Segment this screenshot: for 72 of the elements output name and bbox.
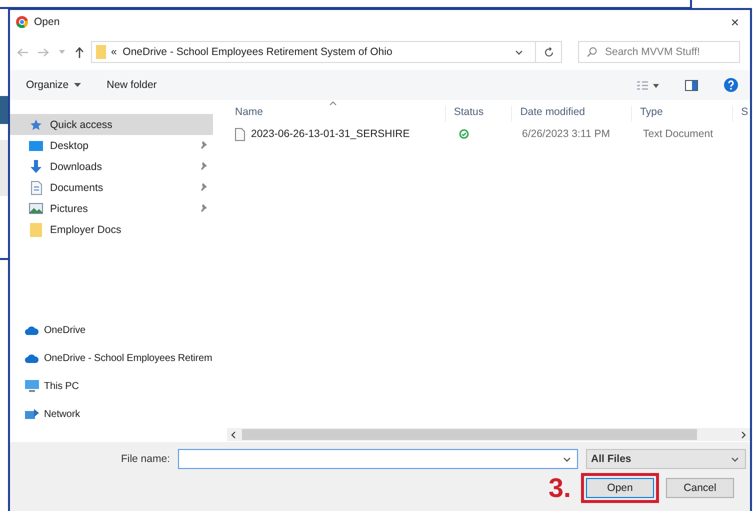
file-name-label: File name: [120, 453, 170, 465]
cloud-icon [25, 354, 39, 362]
sidebar-item[interactable]: Network [10, 400, 213, 428]
pin-icon[interactable] [199, 204, 207, 213]
sidebar-item[interactable]: Quick access [10, 114, 213, 135]
refresh-button[interactable] [536, 41, 562, 63]
picture-icon [29, 203, 43, 214]
scrollbar-thumb[interactable] [242, 429, 697, 440]
forward-button[interactable] [37, 46, 50, 58]
forward-arrow-icon [38, 48, 49, 56]
sidebar-item[interactable]: Employer Docs [10, 219, 213, 240]
caret-icon [563, 456, 571, 462]
column-header[interactable]: Status [444, 106, 512, 122]
column-header[interactable]: Type [631, 106, 732, 122]
browser-logo-icon [16, 16, 28, 28]
sidebar-item[interactable]: This PC [10, 372, 213, 400]
search-icon [587, 47, 597, 57]
column-header[interactable]: Name [227, 106, 445, 122]
sidebar-item[interactable]: Desktop [10, 135, 213, 156]
sidebar-item[interactable]: Pictures [10, 198, 213, 219]
window-title: Open [34, 16, 61, 28]
pin-icon[interactable] [199, 183, 207, 192]
recent-locations-button[interactable] [58, 49, 66, 55]
folder-icon [96, 45, 106, 59]
search-field[interactable]: Search MVVM Stuff! [578, 41, 740, 63]
file-icon [235, 128, 245, 140]
monitor-icon [25, 380, 39, 392]
back-arrow-icon [17, 48, 28, 56]
pane-icon [685, 80, 698, 90]
organize-button[interactable]: Organize [24, 77, 83, 93]
file-name-field[interactable] [178, 449, 578, 469]
check-circle-icon [459, 129, 469, 139]
sidebar-item[interactable]: OneDrive [10, 316, 213, 344]
close-button[interactable]: × [728, 14, 742, 30]
refresh-icon [544, 46, 554, 58]
sidebar-item[interactable]: Downloads [10, 156, 213, 177]
caret-icon [59, 50, 65, 54]
new-folder-button[interactable]: New folder [104, 77, 159, 93]
document-icon [30, 180, 42, 194]
help-icon [724, 78, 738, 92]
step-number: 3. [548, 474, 571, 502]
help-button[interactable] [722, 76, 740, 94]
caret-icon [731, 456, 739, 462]
preview-pane-button[interactable] [683, 78, 700, 92]
desktop-icon [29, 140, 43, 152]
download-arrow-icon [30, 160, 42, 174]
scroll-left-icon[interactable] [231, 430, 236, 438]
list-view-icon [637, 80, 659, 90]
view-options-button[interactable] [635, 78, 661, 92]
cancel-button[interactable]: Cancel [666, 478, 734, 498]
up-arrow-icon [75, 46, 84, 58]
back-button[interactable] [16, 46, 29, 58]
file-name[interactable]: 2023-06-26-13-01-31_SERSHIRE [251, 128, 410, 140]
open-button[interactable]: Open [586, 478, 654, 498]
address-field[interactable]: « OneDrive - School Employees Retirement System of Ohio [91, 41, 536, 63]
column-header[interactable]: Date modified [511, 106, 632, 122]
pin-icon[interactable] [199, 162, 207, 171]
dropdown-caret-icon[interactable] [515, 50, 523, 54]
file-type-dropdown[interactable]: All Files [586, 449, 746, 469]
star-icon [30, 118, 42, 130]
cloud-icon [25, 326, 39, 334]
column-header[interactable]: S [732, 106, 750, 122]
date-cell-text: 6/26/2023 3:11 PM [521, 128, 611, 140]
type-cell-text: Text Document [642, 128, 714, 140]
sidebar-item[interactable]: Documents [10, 177, 213, 198]
folder-icon [30, 222, 42, 236]
caret-icon [74, 83, 81, 87]
up-button[interactable] [74, 46, 85, 58]
network-icon [25, 408, 39, 420]
scroll-right-icon[interactable] [741, 430, 746, 438]
sidebar-item[interactable]: OneDrive - School Employees Retirem [10, 344, 213, 372]
pin-icon[interactable] [199, 141, 207, 150]
